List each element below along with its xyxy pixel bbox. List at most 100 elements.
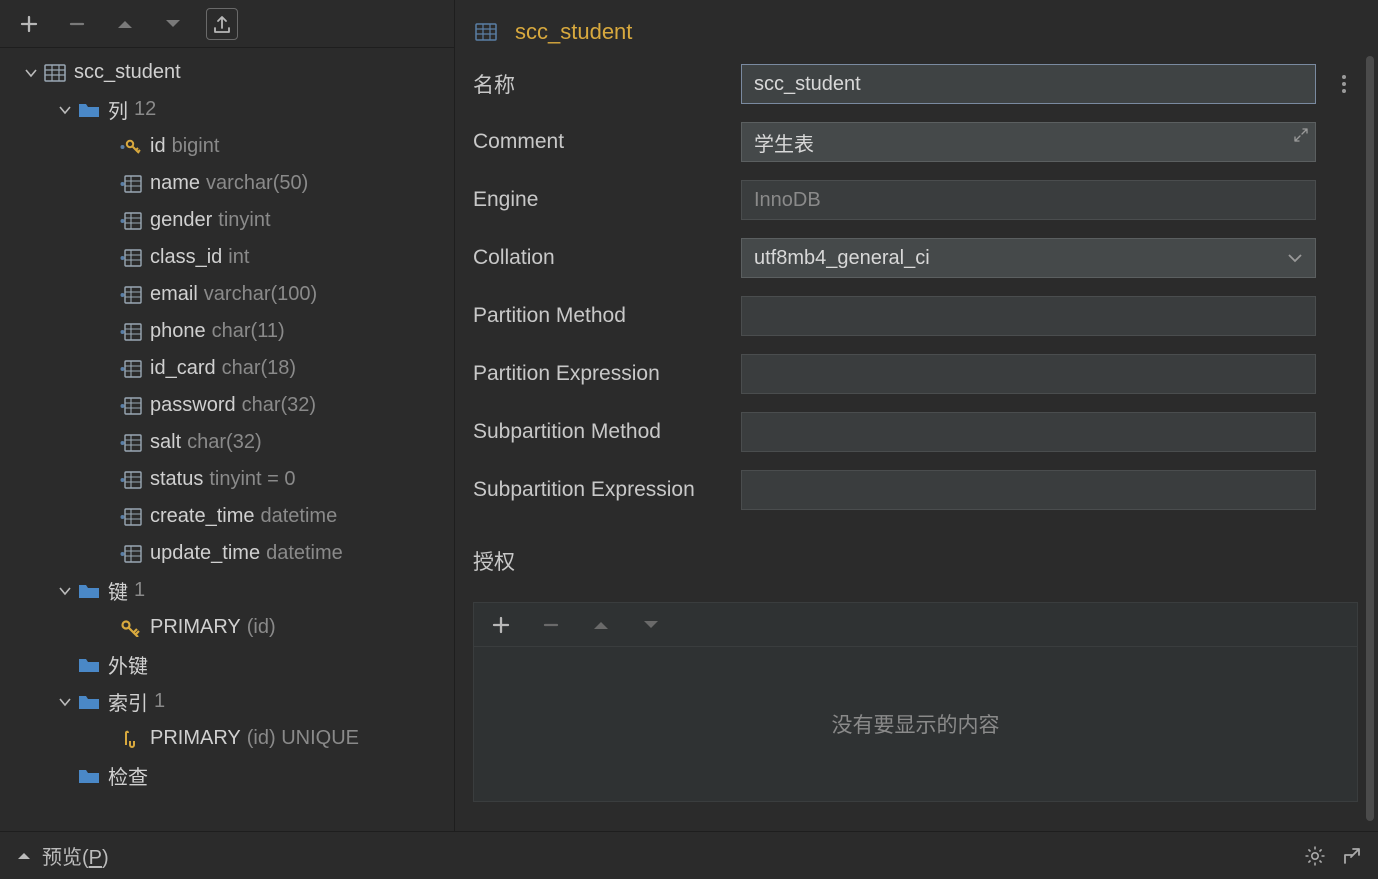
folder-icon: [76, 656, 102, 674]
detail-form: 名称 scc_student Comment 学生表: [473, 64, 1358, 802]
chevron-down-icon: [1287, 252, 1303, 264]
column-item[interactable]: phonechar(11): [0, 313, 454, 350]
row-subpartition-method: Subpartition Method: [473, 412, 1358, 452]
columns-label: 列: [108, 95, 128, 124]
partition-method-input[interactable]: [741, 296, 1316, 336]
column-item[interactable]: id_cardchar(18): [0, 350, 454, 387]
row-engine: Engine InnoDB: [473, 180, 1358, 220]
column-icon: [118, 471, 144, 489]
folder-icon: [76, 101, 102, 119]
add-button[interactable]: [14, 9, 44, 39]
tree-node-columns[interactable]: 列 12: [0, 91, 454, 128]
tree-node-checks[interactable]: 检查: [0, 757, 454, 794]
chevron-down-icon: [54, 103, 76, 117]
column-icon: [118, 175, 144, 193]
column-icon: [118, 323, 144, 341]
column-type: int: [228, 246, 249, 269]
engine-input[interactable]: InnoDB: [741, 180, 1316, 220]
column-icon: [118, 434, 144, 452]
column-type: datetime: [261, 505, 338, 528]
column-item[interactable]: emailvarchar(100): [0, 276, 454, 313]
grants-remove-button[interactable]: [536, 610, 566, 640]
column-type: char(11): [212, 320, 285, 343]
column-item[interactable]: saltchar(32): [0, 424, 454, 461]
column-item[interactable]: class_idint: [0, 239, 454, 276]
column-item[interactable]: passwordchar(32): [0, 387, 454, 424]
index-item[interactable]: PRIMARY(id) UNIQUE: [0, 720, 454, 757]
grants-up-button[interactable]: [586, 610, 616, 640]
tree: scc_student 列 12 idbigintnamevarchar(50)…: [0, 48, 454, 831]
tree-node-indexes[interactable]: 索引 1: [0, 683, 454, 720]
column-item[interactable]: statustinyint = 0: [0, 461, 454, 498]
column-icon: [118, 212, 144, 230]
grants-label: 授权: [473, 546, 1358, 576]
column-item[interactable]: gender tinyint: [0, 202, 454, 239]
column-item[interactable]: idbigint: [0, 128, 454, 165]
label-partition-expression: Partition Expression: [473, 362, 741, 386]
column-type: varchar(50): [206, 172, 308, 195]
column-type: tinyint: [218, 209, 270, 232]
tree-node-table[interactable]: scc_student: [0, 54, 454, 91]
row-collation: Collation utf8mb4_general_ci: [473, 238, 1358, 278]
column-name: gender: [150, 209, 212, 232]
collation-select[interactable]: utf8mb4_general_ci: [741, 238, 1316, 278]
subpartition-method-input[interactable]: [741, 412, 1316, 452]
tree-node-keys[interactable]: 键 1: [0, 572, 454, 609]
key-detail: (id): [247, 616, 276, 639]
column-name: id: [150, 135, 166, 158]
expand-icon[interactable]: [1293, 127, 1309, 143]
column-icon: [118, 508, 144, 526]
column-item[interactable]: update_timedatetime: [0, 535, 454, 572]
column-name: status: [150, 468, 203, 491]
gear-icon[interactable]: [1304, 845, 1326, 867]
row-partition-method: Partition Method: [473, 296, 1358, 336]
detail-panel: scc_student 名称 scc_student Comment 学生表: [455, 0, 1378, 831]
sidebar: scc_student 列 12 idbigintnamevarchar(50)…: [0, 0, 455, 831]
grants-add-button[interactable]: [486, 610, 516, 640]
key-icon: [118, 619, 144, 637]
row-comment: Comment 学生表: [473, 122, 1358, 162]
move-down-button[interactable]: [158, 9, 188, 39]
label-name: 名称: [473, 69, 741, 99]
subpartition-expression-input[interactable]: [741, 470, 1316, 510]
detail-title: scc_student: [515, 19, 632, 45]
footer-right: [1304, 845, 1362, 867]
move-up-button[interactable]: [110, 9, 140, 39]
key-item[interactable]: PRIMARY(id): [0, 609, 454, 646]
keys-count: 1: [134, 579, 145, 602]
label-subpartition-expression: Subpartition Expression: [473, 478, 741, 502]
columns-count: 12: [134, 98, 156, 121]
column-item[interactable]: create_timedatetime: [0, 498, 454, 535]
partition-expression-input[interactable]: [741, 354, 1316, 394]
detail-header: scc_student: [473, 10, 1358, 54]
tree-node-foreign-keys[interactable]: 外键: [0, 646, 454, 683]
row-partition-expression: Partition Expression: [473, 354, 1358, 394]
column-icon: [118, 360, 144, 378]
name-input[interactable]: scc_student: [741, 64, 1316, 104]
more-options-button[interactable]: [1330, 75, 1358, 93]
row-subpartition-expression: Subpartition Expression: [473, 470, 1358, 510]
grants-down-button[interactable]: [636, 610, 666, 640]
chevron-down-icon: [20, 66, 42, 80]
export-button[interactable]: [206, 8, 238, 40]
footer: 预览(P): [0, 831, 1378, 879]
remove-button[interactable]: [62, 9, 92, 39]
label-engine: Engine: [473, 188, 741, 212]
name-value: scc_student: [754, 73, 861, 96]
index-name: PRIMARY: [150, 727, 241, 750]
column-item[interactable]: namevarchar(50): [0, 165, 454, 202]
preview-toggle[interactable]: 预览(P): [16, 841, 109, 870]
foreign-keys-label: 外键: [108, 650, 148, 679]
comment-input[interactable]: 学生表: [741, 122, 1316, 162]
collation-value: utf8mb4_general_ci: [754, 247, 930, 270]
popout-icon[interactable]: [1342, 846, 1362, 866]
column-icon: [118, 286, 144, 304]
row-name: 名称 scc_student: [473, 64, 1358, 104]
scrollbar[interactable]: [1366, 56, 1374, 821]
comment-value: 学生表: [754, 128, 814, 157]
column-type: datetime: [266, 542, 343, 565]
column-icon: [118, 545, 144, 563]
keys-label: 键: [108, 576, 128, 605]
column-icon: [118, 249, 144, 267]
folder-icon: [76, 582, 102, 600]
